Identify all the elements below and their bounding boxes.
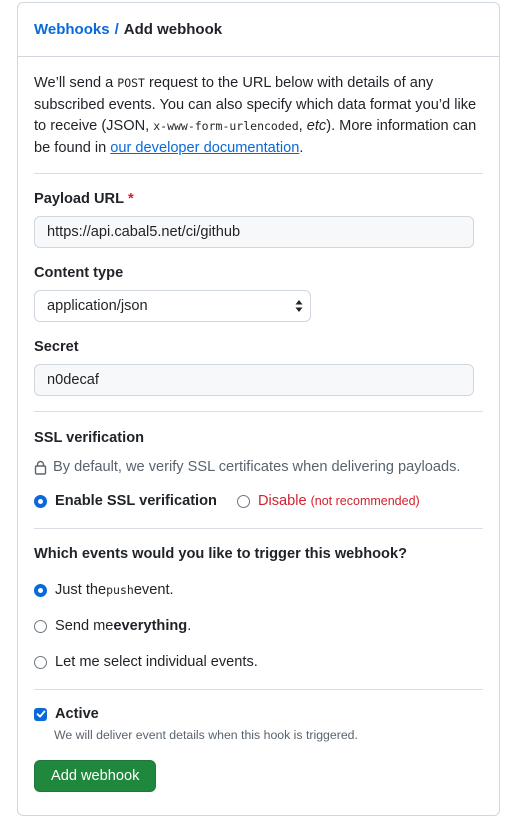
active-option[interactable]: Active <box>34 706 99 722</box>
active-hint: We will deliver event details when this … <box>54 728 358 742</box>
event-option-push[interactable]: Just the push event. <box>34 582 174 598</box>
ssl-options: Enable SSL verification Disable (not rec… <box>34 493 420 509</box>
event-push-radio[interactable] <box>34 583 47 597</box>
secret-label: Secret <box>34 339 79 355</box>
event-individual-text: Let me select individual events. <box>55 654 258 670</box>
event-everything-text: Send me <box>55 618 114 634</box>
select-caret-icon <box>295 300 303 312</box>
disable-ssl-note: (not recommended) <box>310 494 420 508</box>
divider <box>34 528 483 529</box>
enable-ssl-option[interactable]: Enable SSL verification <box>34 493 217 509</box>
form-urlencoded-code: x-www-form-urlencoded <box>153 119 299 133</box>
lock-icon <box>34 460 47 475</box>
divider <box>34 173 483 174</box>
post-code: POST <box>117 76 145 90</box>
enable-ssl-label: Enable SSL verification <box>55 493 217 509</box>
content-type-label: Content type <box>34 265 124 281</box>
active-checkbox[interactable] <box>34 707 47 721</box>
breadcrumb: Webhooks / Add webhook <box>18 3 499 57</box>
intro-part: We’ll send a <box>34 75 118 91</box>
intro-text: We’ll send a POST request to the URL bel… <box>34 73 483 159</box>
ssl-heading: SSL verification <box>34 430 145 446</box>
active-label: Active <box>55 706 99 722</box>
disable-ssl-radio[interactable] <box>236 494 250 508</box>
divider <box>34 689 483 690</box>
event-push-text: Just the <box>55 582 107 598</box>
event-option-everything[interactable]: Send me everything. <box>34 618 191 634</box>
checkmark-icon <box>36 710 45 718</box>
disable-ssl-option[interactable]: Disable (not recommended) <box>236 493 420 509</box>
event-push-text: event. <box>133 582 174 598</box>
enable-ssl-radio[interactable] <box>34 494 47 508</box>
developer-docs-link[interactable]: our developer documentation <box>110 140 299 156</box>
content-type-select[interactable]: application/json <box>34 290 311 322</box>
breadcrumb-separator: / <box>114 21 119 38</box>
intro-etc: etc <box>306 118 327 134</box>
event-individual-radio[interactable] <box>34 655 47 669</box>
event-everything-radio[interactable] <box>34 619 47 633</box>
payload-url-label: Payload URL * <box>34 191 134 207</box>
event-option-individual[interactable]: Let me select individual events. <box>34 654 258 670</box>
page-title: Add webhook <box>123 21 223 38</box>
ssl-hint-text: By default, we verify SSL certificates w… <box>53 459 461 475</box>
ssl-hint: By default, we verify SSL certificates w… <box>34 459 460 475</box>
intro-part: , <box>298 118 307 134</box>
payload-url-input[interactable]: https://api.cabal5.net/ci/github <box>34 216 474 248</box>
intro-part: . <box>299 139 304 156</box>
required-mark: * <box>128 191 134 207</box>
add-webhook-button[interactable]: Add webhook <box>34 760 157 792</box>
event-everything-text: . <box>187 618 192 634</box>
push-code: push <box>106 583 134 597</box>
events-heading: Which events would you like to trigger t… <box>34 546 407 562</box>
secret-input[interactable]: n0decaf <box>34 364 474 396</box>
event-everything-bold: everything <box>113 618 188 634</box>
payload-url-label-text: Payload URL <box>34 191 125 207</box>
disable-ssl-label: Disable <box>257 493 307 509</box>
breadcrumb-webhooks-link[interactable]: Webhooks <box>34 21 110 38</box>
divider <box>34 411 483 412</box>
add-webhook-panel: Webhooks / Add webhook We’ll send a POST… <box>17 2 500 816</box>
content-type-value: application/json <box>47 298 148 314</box>
